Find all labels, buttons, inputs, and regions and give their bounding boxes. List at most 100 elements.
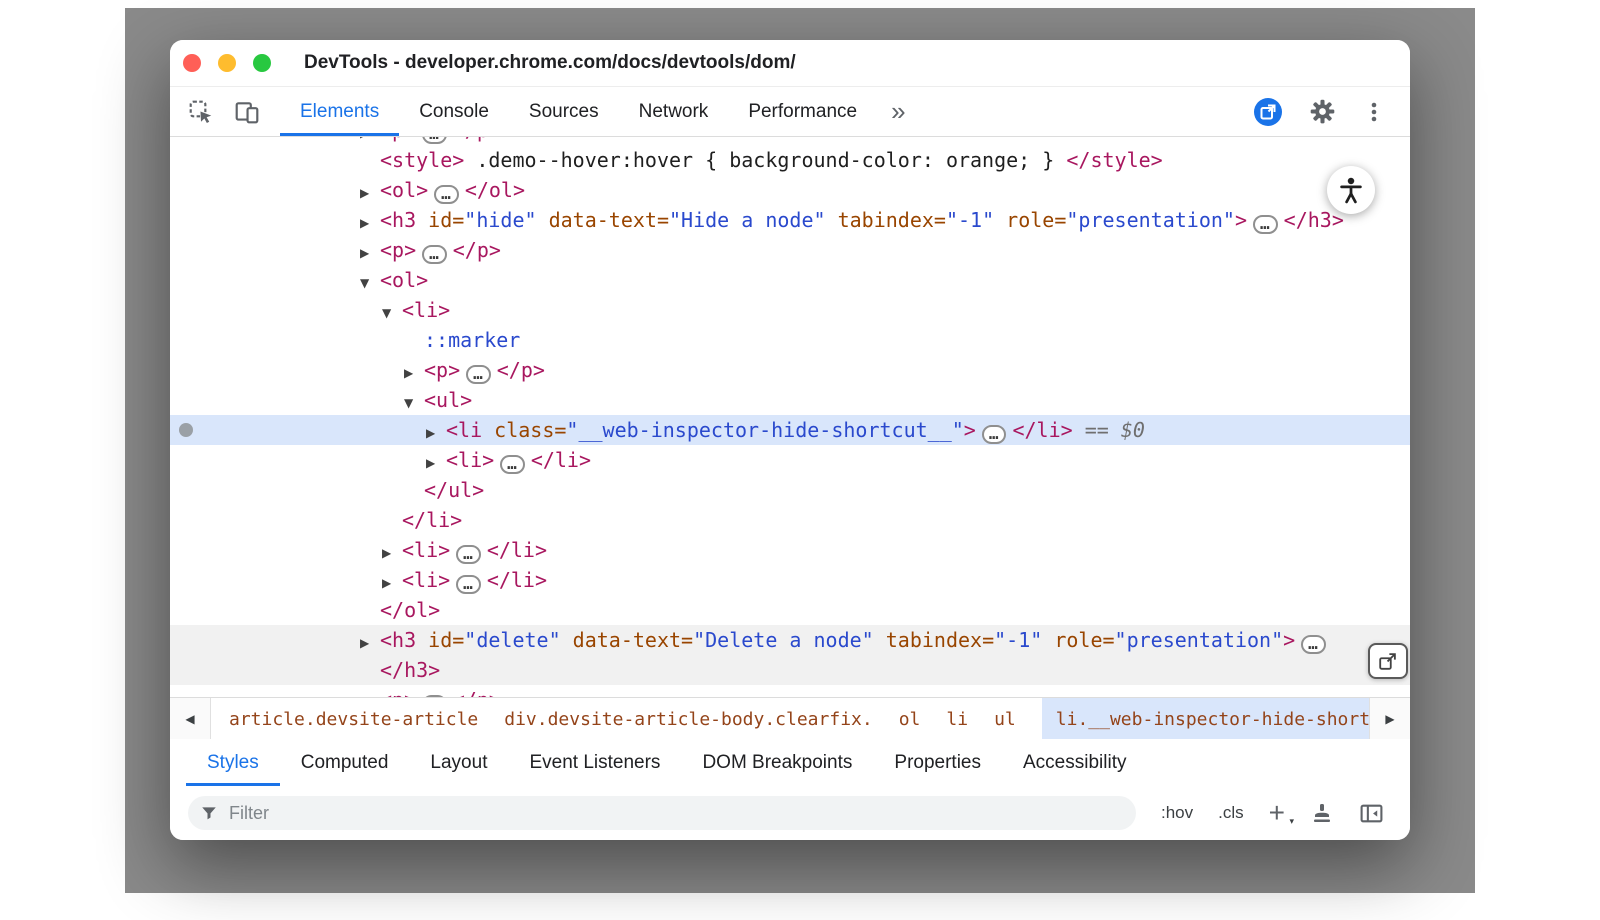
dom-tree-row[interactable]: ▶<li>…</li> (170, 535, 1410, 565)
inline-expand-icon[interactable]: … (1301, 635, 1326, 654)
dom-tree-row[interactable]: ▶<p>…</p> (170, 235, 1410, 265)
tab-layout[interactable]: Layout (409, 739, 508, 786)
tab-styles[interactable]: Styles (186, 739, 280, 786)
collapse-arrow-icon[interactable]: ▼ (382, 298, 402, 328)
device-toolbar-icon[interactable] (234, 99, 260, 125)
expand-arrow-icon[interactable]: ▶ (360, 628, 380, 658)
code-tag: </ul> (424, 478, 484, 502)
code-tag: </p> (453, 137, 501, 142)
expand-arrow-icon[interactable]: ▶ (360, 208, 380, 238)
dom-tree-row[interactable]: ▶<p>…</p> (170, 685, 1410, 697)
close-button[interactable] (183, 54, 201, 72)
inline-expand-icon[interactable]: … (500, 455, 525, 474)
dom-tree-row[interactable]: ▶<h3 id="delete" data-text="Delete a nod… (170, 625, 1410, 655)
code-dollar: $0 (1121, 418, 1145, 442)
breadcrumb-item[interactable]: li (946, 698, 968, 740)
breadcrumb-bar: ◀ article.devsite-article div.devsite-art… (170, 697, 1410, 740)
dom-tree-row[interactable]: </h3> (170, 655, 1410, 685)
zoom-button[interactable] (253, 54, 271, 72)
inline-expand-icon[interactable]: … (422, 137, 447, 144)
code-tag: > (1283, 628, 1295, 652)
inline-expand-icon[interactable]: … (456, 575, 481, 594)
tab-event-listeners[interactable]: Event Listeners (508, 739, 681, 786)
dom-tree-row[interactable]: ▶<p>…</p> (170, 137, 1410, 145)
stamp-icon[interactable] (1310, 801, 1334, 825)
tab-properties[interactable]: Properties (873, 739, 1002, 786)
code-val: "__web-inspector-hide-shortcut__" (566, 418, 963, 442)
open-in-new-icon[interactable] (1253, 97, 1283, 127)
code-attr: data-text= (561, 628, 693, 652)
breadcrumb-scroll-left-button[interactable]: ◀ (170, 698, 211, 740)
expand-arrow-icon[interactable]: ▶ (360, 688, 380, 697)
inline-expand-icon[interactable]: … (456, 545, 481, 564)
dom-tree-row[interactable]: ▼<li> (170, 295, 1410, 325)
breadcrumb-item[interactable]: li.__web-inspector-hide-shortcut__ (1042, 698, 1369, 740)
inline-expand-icon[interactable]: … (434, 185, 459, 204)
window-title: DevTools - developer.chrome.com/docs/dev… (304, 52, 796, 74)
code-tag: </li> (402, 508, 462, 532)
dom-tree-row[interactable]: ▶<ol>…</ol> (170, 175, 1410, 205)
dom-tree-row[interactable]: ▶<p>…</p> (170, 355, 1410, 385)
more-tabs-button[interactable]: » (877, 87, 919, 136)
expand-arrow-icon[interactable]: ▶ (360, 178, 380, 208)
breadcrumb-item[interactable]: div.devsite-article-body.clearfix. (504, 698, 872, 740)
popout-button[interactable] (1368, 643, 1408, 679)
dom-tree-row[interactable]: <style> .demo--hover:hover { background-… (170, 145, 1410, 175)
expand-arrow-icon[interactable]: ▶ (382, 568, 402, 598)
inline-expand-icon[interactable]: … (982, 425, 1007, 444)
tab-performance[interactable]: Performance (728, 87, 877, 136)
expand-arrow-icon[interactable]: ▶ (382, 538, 402, 568)
dom-tree-row[interactable]: ▼<ul> (170, 385, 1410, 415)
settings-gear-icon[interactable] (1309, 98, 1336, 125)
expand-arrow-icon[interactable]: ▶ (360, 238, 380, 268)
expand-arrow-icon[interactable]: ▶ (426, 448, 446, 478)
expand-arrow-icon[interactable]: ▶ (404, 358, 424, 388)
new-style-rule-button[interactable]: + ▾ (1269, 803, 1285, 823)
code-val: "presentation" (1066, 208, 1235, 232)
breadcrumb-item[interactable]: article.devsite-article (229, 698, 478, 740)
dom-tree-row[interactable]: </ul> (170, 475, 1410, 505)
collapse-arrow-icon[interactable]: ▼ (404, 388, 424, 418)
tab-sources[interactable]: Sources (509, 87, 619, 136)
tab-console[interactable]: Console (399, 87, 509, 136)
code-tag: <p> (380, 238, 416, 262)
inspect-icon[interactable] (188, 99, 214, 125)
tab-accessibility[interactable]: Accessibility (1002, 739, 1147, 786)
plus-icon: + (1269, 803, 1285, 823)
toggle-classes-button[interactable]: .cls (1218, 803, 1244, 823)
sidebar-toggle-icon[interactable] (1359, 801, 1384, 826)
main-tabs: ElementsConsoleSourcesNetworkPerformance (280, 87, 877, 136)
accessibility-button[interactable] (1327, 166, 1375, 214)
dom-tree-row[interactable]: ▶<li>…</li> (170, 565, 1410, 595)
breadcrumb-item[interactable]: ol (899, 698, 921, 740)
toggle-element-state-button[interactable]: :hov (1161, 803, 1193, 823)
collapse-arrow-icon[interactable]: ▼ (360, 268, 380, 298)
selection-dot (179, 423, 193, 437)
expand-arrow-icon[interactable]: ▶ (426, 418, 446, 448)
minimize-button[interactable] (218, 54, 236, 72)
filter-box[interactable] (188, 796, 1136, 830)
inline-expand-icon[interactable]: … (422, 245, 447, 264)
dom-tree-row[interactable]: ::marker (170, 325, 1410, 355)
breadcrumb-scroll-right-button[interactable]: ▶ (1369, 698, 1410, 740)
code-attr: id= (416, 628, 464, 652)
dom-tree-row[interactable]: </ol> (170, 595, 1410, 625)
tab-elements[interactable]: Elements (280, 87, 399, 136)
filter-input[interactable] (227, 802, 1124, 825)
code-attr: data-text= (537, 208, 669, 232)
dom-tree-row[interactable]: ▼<ol> (170, 265, 1410, 295)
dom-tree-row[interactable]: ▶<li>…</li> (170, 445, 1410, 475)
dom-tree-row-selected[interactable]: ▶<li class="__web-inspector-hide-shortcu… (170, 415, 1410, 445)
breadcrumb-item[interactable]: ul (994, 698, 1016, 740)
toolbar-left-icons (170, 87, 260, 136)
open-in-new-small-icon (1377, 650, 1399, 672)
filter-icon (200, 804, 218, 822)
inline-expand-icon[interactable]: … (466, 365, 491, 384)
tab-network[interactable]: Network (619, 87, 729, 136)
kebab-menu-icon[interactable] (1362, 100, 1386, 124)
dom-tree-row[interactable]: </li> (170, 505, 1410, 535)
tab-computed[interactable]: Computed (280, 739, 410, 786)
inline-expand-icon[interactable]: … (1253, 215, 1278, 234)
dom-tree-row[interactable]: ▶<h3 id="hide" data-text="Hide a node" t… (170, 205, 1410, 235)
tab-dom-breakpoints[interactable]: DOM Breakpoints (681, 739, 873, 786)
